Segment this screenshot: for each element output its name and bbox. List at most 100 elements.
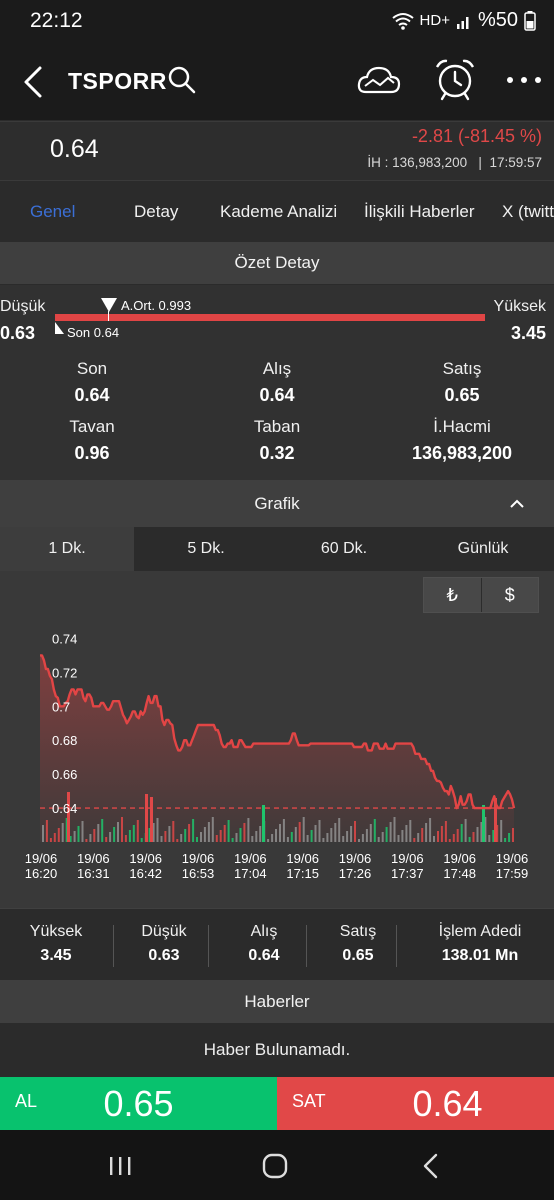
tab-kademe-analizi[interactable]: Kademe Analizi: [220, 202, 337, 222]
volume-bar: [306, 835, 309, 842]
x-tick-time: 16:31: [77, 866, 110, 881]
currency-try-button[interactable]: ₺: [424, 578, 481, 612]
price-change: -2.81 (-81.45 %): [411, 126, 542, 146]
volume-bar: [433, 836, 435, 842]
volume-bar: [164, 831, 167, 842]
volume-bar: [239, 828, 242, 842]
volume-bar: [67, 792, 70, 842]
cloud-chart-icon[interactable]: [356, 62, 402, 98]
period-60dk[interactable]: 60 Dk.: [277, 527, 411, 571]
volume-bar: [508, 833, 511, 842]
range-track: [55, 314, 485, 321]
period-gunluk[interactable]: Günlük: [416, 527, 550, 571]
period-1dk[interactable]: 1 Dk.: [0, 527, 134, 571]
volume-bar: [140, 838, 143, 842]
high-value: 3.45: [510, 323, 546, 343]
price-chart[interactable]: 0.740.720.70.680.660.6419/0616:2019/0616…: [0, 612, 554, 904]
divider: [113, 925, 114, 967]
summary-title: Özet Detay: [234, 253, 320, 272]
stat-label: Son: [76, 359, 108, 378]
x-tick-time: 17:26: [339, 866, 372, 881]
volume-bar: [294, 827, 297, 842]
tab-genel[interactable]: Genel: [30, 202, 75, 222]
back-nav-icon[interactable]: [412, 1148, 452, 1184]
bstat-label: Alış: [250, 923, 278, 940]
back-icon[interactable]: [18, 62, 48, 102]
grafik-header[interactable]: Grafik: [0, 480, 554, 527]
period-5dk[interactable]: 5 Dk.: [139, 527, 273, 571]
volume-bar: [413, 838, 416, 842]
volume-bar: [452, 834, 455, 842]
stat-son: Son 0.64: [22, 359, 162, 406]
tab-x-twitter[interactable]: X (twitt: [502, 202, 554, 222]
tab-iliskili-haberler[interactable]: İlişkili Haberler: [364, 202, 475, 222]
buy-price: 0.65: [103, 1083, 174, 1124]
low-value: 0.63: [0, 323, 36, 343]
stat-taban: Taban 0.32: [207, 417, 347, 464]
last-marker-icon: [55, 322, 64, 334]
chevron-up-icon[interactable]: [508, 495, 526, 513]
volume-bar: [275, 829, 277, 842]
x-tick-date: 19/06: [25, 851, 58, 866]
bstat-value: 0.63: [148, 947, 180, 964]
volume-bar: [49, 838, 52, 842]
search-icon[interactable]: [166, 64, 198, 96]
currency-usd-button[interactable]: $: [480, 578, 539, 612]
volume-bar: [101, 819, 104, 842]
bstat-satis: Satış 0.65: [322, 923, 394, 965]
volume-bar: [105, 837, 108, 842]
recent-apps-icon[interactable]: [100, 1148, 140, 1184]
x-tick-date: 19/06: [339, 851, 372, 866]
volume-bar: [298, 822, 301, 842]
period-selector: 1 Dk. 5 Dk. 60 Dk. Günlük: [0, 527, 554, 571]
news-empty-message: Haber Bulunamadı.: [0, 1023, 554, 1077]
volume-bar: [267, 839, 270, 842]
volume-bar: [354, 821, 356, 842]
y-tick-label: 0.74: [52, 631, 77, 646]
stat-label: İ.Hacmi: [433, 417, 491, 436]
home-icon[interactable]: [255, 1148, 295, 1184]
stat-label: Satış: [442, 359, 482, 378]
volume-bar: [326, 833, 329, 842]
buy-button[interactable]: AL 0.65: [0, 1077, 277, 1130]
x-tick-time: 17:37: [391, 866, 424, 881]
low-label: Düşük: [0, 298, 46, 315]
volume-bar: [385, 827, 388, 842]
volume-bar: [93, 829, 96, 842]
bstat-label: İşlem Adedi: [438, 923, 522, 940]
volume-bar: [172, 821, 175, 842]
x-tick-date: 19/06: [234, 851, 267, 866]
volume-bar: [401, 830, 404, 842]
battery-icon: [524, 10, 536, 31]
volume-bar: [358, 839, 360, 842]
system-nav-bar: [0, 1130, 554, 1200]
volume-bar: [322, 838, 325, 842]
volume-bar: [207, 822, 210, 842]
bstat-dusuk: Düşük 0.63: [128, 923, 200, 965]
bottom-stats: Yüksek 3.45 Düşük 0.63 Alış 0.64 Satış 0.65 …: [0, 908, 554, 980]
summary-panel: Düşük 0.63 Yüksek 3.45 A.Ort. 0.993 Son …: [0, 285, 554, 480]
alarm-clock-icon[interactable]: [432, 56, 478, 102]
price-meta: İH : 136,983,200 | 17:59:57: [367, 155, 542, 170]
volume-bar: [397, 835, 400, 842]
avg-price-label: A.Ort. 0.993: [121, 298, 192, 313]
more-icon[interactable]: [502, 62, 546, 98]
volume-bar: [437, 831, 439, 842]
sell-button[interactable]: SAT 0.64: [277, 1077, 554, 1130]
bstat-yuksek: Yüksek 3.45: [18, 923, 94, 965]
status-time: 22:12: [30, 9, 83, 32]
symbol-title: TSPORR: [68, 68, 167, 94]
x-tick-date: 19/06: [77, 851, 110, 866]
volume-bar: [150, 797, 153, 842]
x-tick-time: 16:42: [129, 866, 162, 881]
volume-bar: [310, 830, 313, 842]
x-tick-time: 17:15: [286, 866, 319, 881]
volume-bar: [180, 834, 183, 842]
divider: [396, 925, 397, 967]
wifi-icon: [391, 12, 414, 30]
x-tick-date: 19/06: [286, 851, 319, 866]
avg-tick: [108, 311, 109, 321]
volume-bar: [85, 839, 88, 842]
tab-detay[interactable]: Detay: [134, 202, 178, 222]
volume-bar: [200, 832, 202, 842]
